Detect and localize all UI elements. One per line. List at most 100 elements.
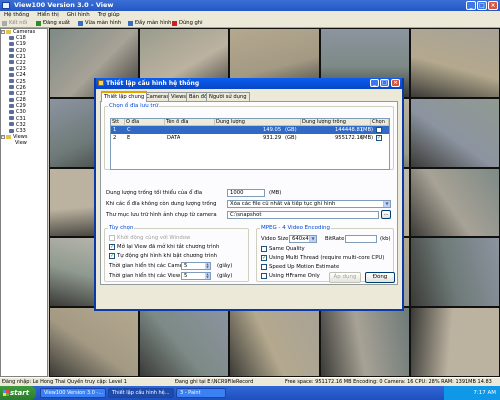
- menu-help[interactable]: Trợ giúp: [94, 11, 124, 19]
- dialog-close-button[interactable]: ×: [391, 79, 400, 87]
- camera-feed[interactable]: [229, 307, 320, 377]
- camera-list: C18 C19 C20 C21 C22 C23 C24 C25 C26 C27 C28 C29 C30 C…: [1, 35, 47, 134]
- toolbar: Kết nối Đăng xuất Vừa màn hình Đầy màn h…: [0, 19, 500, 28]
- col-size: Dung lượng: [215, 119, 301, 126]
- min-free-label: Dung lượng trống tối thiểu của ổ đĩa: [106, 190, 203, 196]
- auto-record-checkbox[interactable]: ✓ Tự động ghi hình khi bật chương trình: [109, 253, 217, 260]
- same-quality-checkbox[interactable]: Same Quality: [261, 246, 305, 253]
- camera-icon: [9, 72, 14, 77]
- close-dialog-button[interactable]: Đóng: [365, 272, 395, 283]
- view-time-label: Thời gian hiển thị các View: [109, 273, 181, 279]
- camera-icon: [9, 41, 14, 46]
- bitrate-input[interactable]: [345, 235, 377, 243]
- fit-screen-icon: [78, 21, 83, 26]
- drive-e-checkbox[interactable]: ✓: [376, 135, 382, 141]
- menu-system[interactable]: Hệ thống: [0, 11, 33, 19]
- video-size-select[interactable]: 640x480 ▼: [289, 235, 317, 243]
- fill-screen-button[interactable]: Đầy màn hình: [128, 20, 171, 27]
- dialog-title: Thiết lập cấu hình hệ thống: [106, 80, 200, 87]
- minimize-button[interactable]: _: [466, 1, 476, 10]
- bitrate-unit: (kb): [380, 236, 391, 242]
- camera-feed[interactable]: [410, 307, 500, 377]
- camera-icon: [9, 103, 14, 108]
- task-view100[interactable]: View100 Version 3.0 -...: [40, 388, 106, 398]
- menu-view[interactable]: Hiển thị: [33, 11, 62, 19]
- drive-c-checkbox[interactable]: [376, 127, 382, 133]
- dialog-title-bar: Thiết lập cấu hình hệ thống _ □ ×: [96, 78, 402, 89]
- camera-feed[interactable]: [410, 98, 500, 168]
- camera-feed[interactable]: [49, 307, 139, 377]
- tab-general[interactable]: Thiết lập chung: [101, 91, 148, 102]
- camera-time-unit: (giây): [217, 263, 233, 269]
- logout-button[interactable]: Đăng xuất: [36, 20, 70, 27]
- camera-tree: - Cameras C18 C19 C20 C21 C22 C23 C24 C25 C26 C27 C…: [0, 28, 48, 377]
- clock: 7:17 AM: [473, 390, 496, 396]
- snapshot-label: Thư mục lưu trữ hình ảnh chụp từ camera: [106, 212, 217, 218]
- folder-icon: [6, 134, 11, 139]
- camera-feed[interactable]: [139, 307, 229, 377]
- window-title: View100 Version 3.0 - View: [14, 1, 114, 9]
- chevron-down-icon[interactable]: ▼: [309, 236, 316, 242]
- system-tray: 7:17 AM: [444, 386, 500, 400]
- camera-icon: [9, 79, 14, 83]
- window-title-bar: View100 Version 3.0 - View _ □ ×: [0, 0, 500, 11]
- table-row[interactable]: 1 C 149.05 (GB) 144448.81 (MB): [111, 126, 389, 134]
- tab-pane-general: Chọn ổ đĩa lưu trữ Stt Ổ đĩa Tên ổ đĩa D…: [100, 101, 398, 285]
- camera-icon: [9, 116, 14, 121]
- camera-icon: [9, 91, 14, 96]
- menu-record[interactable]: Ghi hình: [63, 11, 94, 19]
- multi-thread-checkbox[interactable]: ✓ Using Multi Thread (require multi-core …: [261, 255, 384, 262]
- min-free-input[interactable]: 1000: [227, 189, 265, 197]
- fit-screen-button[interactable]: Vừa màn hình: [78, 20, 121, 27]
- hframe-checkbox[interactable]: Using HFrame Only: [261, 273, 320, 280]
- disk-table: Stt Ổ đĩa Tên ổ đĩa Dung lượng Dung lượn…: [110, 118, 390, 170]
- tab-users[interactable]: Người sử dụng: [206, 92, 250, 101]
- mpeg-group-label: MPEG - 4 Video Encoding: [260, 225, 332, 231]
- camera-icon: [9, 97, 14, 102]
- camera-time-label: Thời gian hiển thị các Camera: [109, 263, 189, 269]
- spin-arrows-icon[interactable]: ▲ ▼: [205, 273, 210, 279]
- camera-icon: [9, 122, 14, 127]
- bitrate-label: BitRate: [325, 236, 345, 242]
- config-dialog: Thiết lập cấu hình hệ thống _ □ × Thiết …: [94, 78, 404, 311]
- col-select: Chọn: [371, 119, 389, 126]
- connect-icon: [2, 21, 7, 26]
- full-disk-select[interactable]: Xóa các file cũ nhất và tiếp tục ghi hìn…: [227, 200, 391, 208]
- fill-screen-icon: [128, 21, 133, 26]
- table-row[interactable]: 2 E DATA 931.29 (GB) 955172.16 (MB) ✓: [111, 134, 389, 142]
- camera-feed[interactable]: [410, 28, 500, 98]
- camera-time-stepper[interactable]: 5 ▲ ▼: [181, 262, 211, 270]
- dialog-minimize-button[interactable]: _: [370, 79, 379, 87]
- connect-button[interactable]: Kết nối: [2, 20, 27, 27]
- task-config-dialog[interactable]: Thiết lập cấu hình hệ...: [108, 388, 174, 398]
- camera-feed[interactable]: [410, 237, 500, 307]
- disk-group-label: Chọn ổ đĩa lưu trữ: [108, 103, 160, 109]
- start-button[interactable]: start: [0, 386, 36, 400]
- task-paint[interactable]: 3 - Paint: [176, 388, 226, 398]
- close-button[interactable]: ×: [488, 1, 498, 10]
- browse-button[interactable]: ...: [381, 210, 391, 219]
- camera-icon: [9, 60, 14, 65]
- apply-button[interactable]: Áp dụng: [329, 272, 361, 283]
- dialog-maximize-button[interactable]: □: [380, 79, 389, 87]
- collapse-icon[interactable]: -: [1, 29, 5, 34]
- chevron-down-icon[interactable]: ▼: [383, 201, 390, 207]
- full-disk-label: Khi các ổ đĩa không còn dung lượng trống: [106, 201, 217, 207]
- col-free: Dung lượng trống: [301, 119, 371, 126]
- camera-icon: [9, 85, 14, 90]
- spin-arrows-icon[interactable]: ▲ ▼: [205, 263, 210, 269]
- tree-view-item[interactable]: View: [1, 140, 47, 146]
- reopen-view-checkbox[interactable]: ✓ Mở lại View đã mở khi tắt chương trình: [109, 244, 219, 251]
- camera-feed[interactable]: [320, 307, 410, 377]
- maximize-button[interactable]: □: [477, 1, 487, 10]
- snapshot-path-input[interactable]: C:\snapshot: [227, 211, 379, 219]
- col-drive-name: Tên ổ đĩa: [165, 119, 215, 126]
- collapse-icon[interactable]: -: [1, 134, 5, 139]
- camera-icon: [9, 54, 14, 59]
- stop-record-button[interactable]: Dừng ghi: [172, 20, 203, 27]
- start-with-windows-checkbox[interactable]: Khởi động cùng với Window: [109, 235, 190, 242]
- view-time-stepper[interactable]: 5 ▲ ▼: [181, 272, 211, 280]
- speed-up-checkbox[interactable]: Speed Up Motion Estimate: [261, 264, 339, 271]
- windows-logo-icon: [3, 390, 9, 396]
- camera-feed[interactable]: [410, 168, 500, 237]
